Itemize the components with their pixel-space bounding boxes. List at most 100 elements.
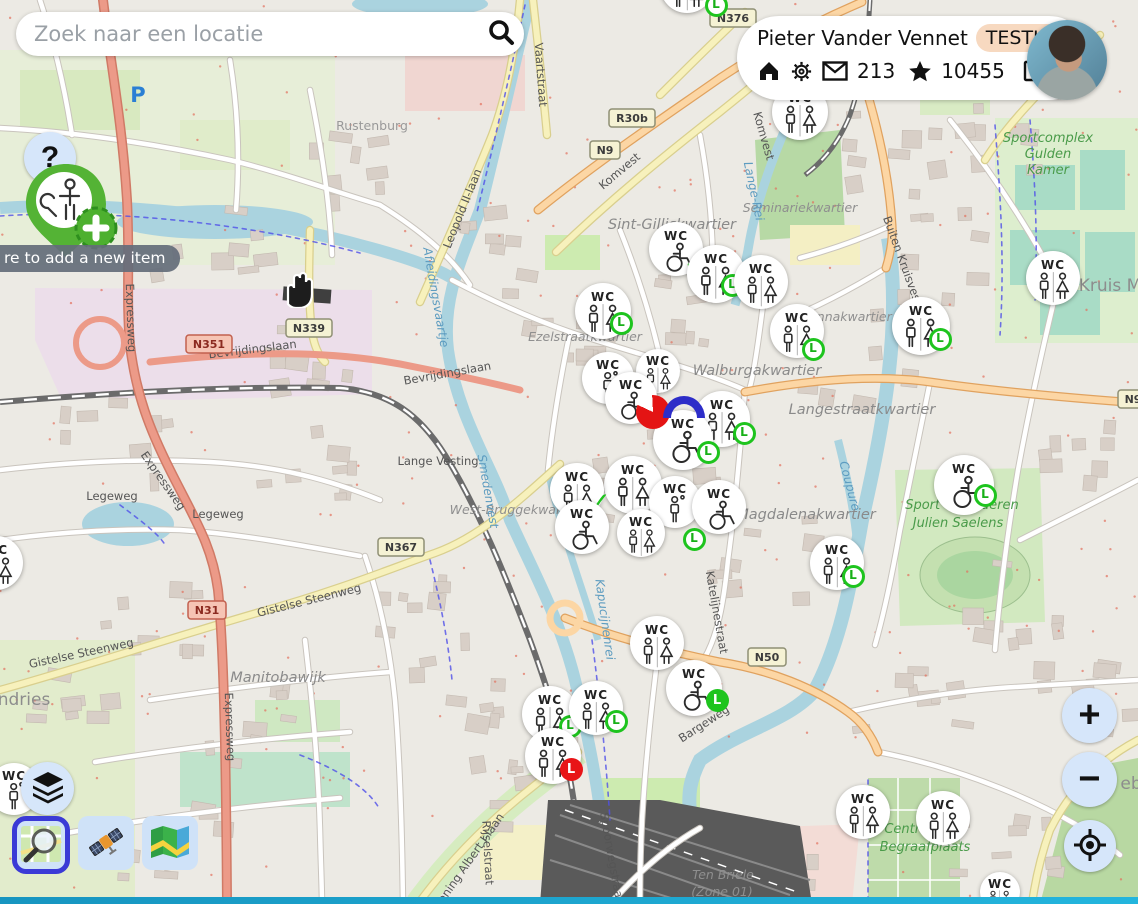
svg-text:N9: N9 [1125, 393, 1138, 406]
map-label: Ten Briele [692, 867, 754, 882]
map-label: Expressweg [222, 692, 238, 761]
background-option-osm-carto[interactable] [142, 816, 198, 870]
opening-hours-clock-badge[interactable]: L [802, 338, 825, 361]
svg-text:N339: N339 [293, 322, 325, 335]
user-name: Pieter Vander Vennet [757, 26, 968, 50]
opening-hours-clock-badge[interactable]: L [929, 328, 952, 351]
layers-button[interactable] [21, 762, 74, 815]
toilet-marker-wh[interactable]: WC [605, 372, 657, 424]
map-label: Sportcomplex [1003, 131, 1094, 146]
map-label: Julien Saelens [910, 516, 1004, 531]
svg-text:N367: N367 [385, 541, 417, 554]
opening-hours-clock-badge[interactable]: L [842, 565, 865, 588]
background-option-map[interactable] [12, 816, 70, 874]
opening-hours-clock-badge[interactable]: L [683, 528, 706, 551]
wc-label: WC [671, 418, 695, 430]
wc-label: WC [541, 736, 565, 748]
home-icon[interactable] [757, 59, 781, 83]
svg-text:N50: N50 [755, 651, 780, 664]
satellite-icon [84, 820, 128, 867]
toilet-marker-mw[interactable]: WC [1026, 251, 1080, 305]
add-plus-icon[interactable] [76, 208, 116, 248]
wc-label: WC [570, 508, 594, 520]
road-shield: N339 [286, 319, 332, 337]
map-magnifier-icon [18, 821, 64, 870]
svg-text:N31: N31 [195, 604, 220, 617]
map-label: ndries [0, 690, 50, 710]
opening-hours-clock-badge[interactable]: L [605, 710, 628, 733]
search-bar[interactable] [16, 12, 524, 56]
avatar[interactable] [1027, 20, 1107, 100]
toilet-marker-mw[interactable]: WC [630, 616, 684, 670]
wc-label: WC [749, 263, 773, 275]
opening-hours-clock-badge[interactable]: L [706, 689, 729, 712]
wc-label: WC [1041, 259, 1065, 271]
road-shield: N9 [1118, 390, 1138, 408]
svg-text:N9: N9 [597, 144, 614, 157]
add-new-item-pin[interactable] [14, 158, 124, 258]
wc-label: WC [596, 359, 620, 371]
wc-label: WC [645, 624, 669, 636]
layers-icon [30, 770, 66, 807]
folded-map-icon [149, 824, 191, 863]
map-label: Walburgakwartier [693, 363, 823, 379]
wc-label: WC [646, 355, 670, 367]
map-label: P [130, 83, 145, 107]
wc-label: WC [988, 878, 1012, 890]
map-label: Legeweg [86, 489, 137, 503]
map-label: Lange Vesting [397, 454, 478, 468]
road-shield: N367 [378, 538, 424, 556]
toilet-marker-mw[interactable]: WC [916, 791, 970, 845]
road-shield: R30b [609, 109, 655, 127]
opening-hours-clock-badge[interactable]: L [560, 758, 583, 781]
toilet-marker-mw[interactable]: WC [836, 785, 890, 839]
map-label: Rustenburg [336, 118, 408, 133]
wc-label: WC [851, 793, 875, 805]
wc-label: WC [682, 668, 706, 680]
wc-label: WC [619, 379, 643, 391]
wc-label: WC [621, 464, 645, 476]
messages-envelope-icon[interactable] [822, 61, 848, 81]
wc-label: WC [707, 488, 731, 500]
opening-hours-clock-badge[interactable]: L [705, 0, 728, 17]
crosshair-icon [1073, 828, 1107, 865]
geolocate-button[interactable] [1064, 820, 1116, 872]
map-label: Manitobawijk [230, 670, 326, 686]
opening-hours-clock-badge[interactable]: L [974, 484, 997, 507]
zoom-in-button[interactable]: + [1062, 688, 1117, 743]
map-label: Expressweg [123, 283, 139, 352]
search-input[interactable] [16, 22, 478, 46]
toilet-marker-mw[interactable]: WC [617, 509, 665, 557]
wc-label: WC [584, 689, 608, 701]
search-button[interactable] [478, 12, 524, 56]
map-label: Kamer [1027, 163, 1071, 178]
opening-hours-clock-badge[interactable]: L [610, 312, 633, 335]
zoom-out-button[interactable]: − [1062, 752, 1117, 807]
map-label: Legeweg [192, 507, 243, 521]
map-label: eb [1120, 774, 1138, 794]
wc-label: WC [629, 516, 653, 528]
toilet-marker-wh[interactable]: WC [692, 480, 746, 534]
opening-hours-clock-badge[interactable]: L [697, 441, 720, 464]
toilet-marker-wh[interactable]: WC [555, 500, 609, 554]
background-option-satellite[interactable] [78, 816, 134, 870]
opening-hours-clock-badge[interactable]: L [733, 422, 756, 445]
wc-label: WC [538, 694, 562, 706]
wc-label: WC [825, 544, 849, 556]
wc-label: WC [663, 483, 687, 495]
add-item-tooltip: re to add a new item [0, 245, 180, 272]
road-shield: N351 [186, 335, 232, 353]
wc-label: WC [909, 305, 933, 317]
svg-text:R30b: R30b [616, 112, 648, 125]
settings-gear-icon[interactable] [790, 60, 813, 83]
wc-label: WC [565, 471, 589, 483]
background-picker [12, 816, 198, 874]
road-shield: N50 [748, 648, 786, 666]
wc-label: WC [704, 253, 728, 265]
wc-label: WC [0, 544, 8, 556]
svg-text:N351: N351 [193, 338, 225, 351]
wc-label: WC [710, 399, 734, 411]
toilet-marker-mw[interactable]: WC [734, 255, 788, 309]
map-label: Langestraatkwartier [789, 402, 937, 418]
hand-cursor-icon [278, 268, 316, 312]
